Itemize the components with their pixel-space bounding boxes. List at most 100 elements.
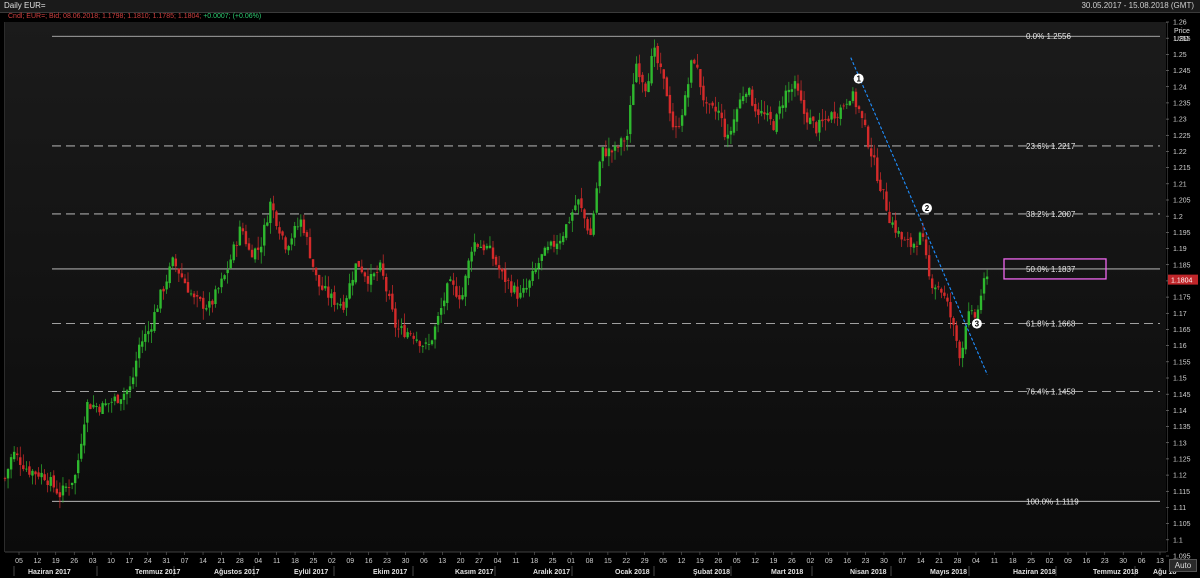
candle-body — [714, 106, 717, 112]
candle-body — [455, 286, 458, 297]
candle-body — [250, 249, 254, 258]
candle-body — [314, 267, 318, 276]
candle-body — [906, 238, 909, 240]
candle-body — [211, 300, 214, 305]
candle-body — [464, 275, 467, 297]
candle-body — [348, 283, 351, 299]
candle-body — [150, 329, 153, 332]
candle-body — [321, 285, 324, 290]
x-day-label: 19 — [770, 558, 778, 565]
candle-body — [671, 111, 675, 128]
candle-body — [842, 105, 845, 107]
marker-label: 1 — [856, 75, 861, 84]
y-tick-label: 1.19 — [1173, 246, 1187, 253]
candle-body — [497, 265, 501, 270]
candle-body — [873, 155, 876, 158]
x-day-label: 10 — [107, 558, 115, 565]
candle-body — [186, 282, 190, 293]
candle-body — [845, 103, 848, 105]
candle-body — [958, 341, 961, 359]
candle-body — [644, 83, 647, 92]
candle-body — [113, 396, 116, 402]
candle-body — [717, 110, 720, 113]
y-tick-label: 1.245 — [1173, 68, 1191, 75]
candle-body — [12, 451, 16, 460]
y-tick-label: 1.24 — [1173, 84, 1187, 91]
fibonacci-level-label: 100.0% 1.1119 — [1026, 497, 1079, 506]
y-tick-label: 1.115 — [1173, 489, 1190, 496]
x-day-label: 04 — [254, 558, 262, 565]
candle-body — [214, 289, 217, 304]
candle-body — [452, 280, 455, 285]
candle-body — [141, 341, 144, 347]
candle-body — [363, 272, 367, 277]
candle-body — [766, 113, 769, 116]
candle-body — [299, 219, 303, 227]
candle-body — [400, 326, 403, 328]
candle-body — [333, 292, 336, 305]
candle-body — [98, 406, 101, 413]
y-tick-label: 1.125 — [1173, 457, 1191, 464]
candle-body — [125, 390, 129, 395]
candle-body — [723, 118, 726, 138]
candle-body — [159, 289, 162, 309]
candle-body — [857, 106, 861, 110]
candle-body — [479, 246, 482, 248]
x-day-label: 04 — [494, 558, 502, 565]
x-day-label: 23 — [862, 558, 870, 565]
y-tick-label: 1.16 — [1173, 343, 1187, 350]
candle-body — [22, 465, 25, 470]
candle-body — [391, 293, 394, 310]
candle-body — [427, 344, 431, 345]
x-month-label: Mayıs 2018 — [930, 569, 967, 576]
y-tick-label: 1.26 — [1173, 20, 1187, 27]
candle-body — [619, 138, 623, 147]
candlestick-chart[interactable]: 1.261.2551.251.2451.241.2351.231.2251.22… — [0, 0, 1200, 578]
x-day-label: 02 — [328, 558, 336, 565]
candle-body — [467, 260, 470, 279]
candle-body — [110, 401, 113, 403]
fibonacci-level-label: 38.2% 1.2007 — [1026, 210, 1076, 219]
x-day-label: 08 — [586, 558, 594, 565]
candle-body — [287, 246, 290, 251]
candle-body — [131, 377, 135, 385]
x-day-label: 21 — [935, 558, 943, 565]
candle-body — [610, 150, 614, 153]
candle-body — [787, 89, 791, 93]
candle-body — [586, 219, 589, 231]
candle-body — [290, 238, 293, 245]
x-day-label: 19 — [696, 558, 704, 565]
candle-body — [375, 272, 379, 273]
candle-body — [924, 239, 928, 256]
candle-body — [748, 88, 751, 95]
x-day-label: 28 — [954, 558, 962, 565]
candle-body — [281, 231, 284, 236]
candle-body — [253, 248, 257, 260]
candle-body — [202, 297, 205, 309]
candle-body — [360, 266, 364, 273]
candle-body — [519, 292, 522, 298]
candle-body — [836, 116, 839, 118]
candle-body — [860, 111, 864, 119]
x-day-label: 12 — [678, 558, 686, 565]
auto-scale-button[interactable]: Auto — [1169, 559, 1197, 572]
candle-body — [537, 263, 540, 269]
candle-body — [513, 285, 516, 293]
candle-body — [751, 89, 754, 106]
x-day-label: 09 — [1064, 558, 1072, 565]
y-axis-title: Price — [1174, 28, 1190, 35]
candle-body — [711, 102, 714, 106]
x-month-label: Nisan 2018 — [850, 569, 887, 576]
y-tick-label: 1.215 — [1173, 165, 1191, 172]
candle-body — [705, 102, 708, 104]
candle-body — [55, 488, 59, 494]
fibonacci-level-label: 50.0% 1.1837 — [1026, 265, 1076, 274]
candle-body — [421, 345, 425, 347]
candle-body — [147, 331, 150, 335]
x-month-label: Şubat 2018 — [693, 569, 730, 576]
x-day-label: 13 — [1156, 558, 1164, 565]
candle-body — [192, 293, 196, 298]
candle-body — [799, 90, 803, 101]
candle-body — [342, 301, 345, 310]
x-day-label: 14 — [199, 558, 207, 565]
